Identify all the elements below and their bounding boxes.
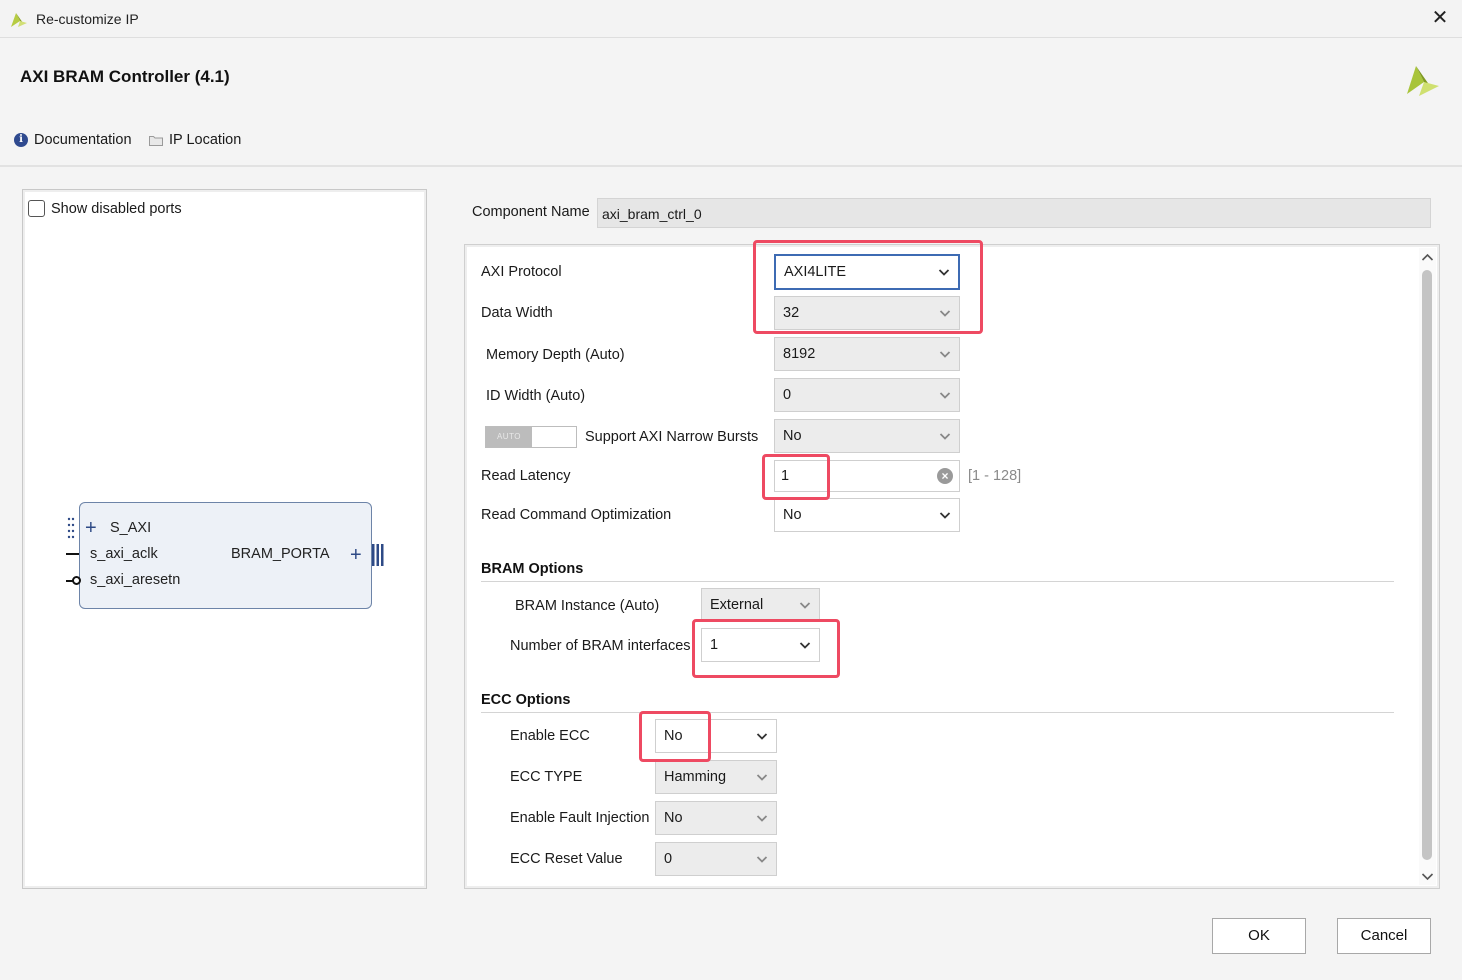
chevron-down-icon [756, 771, 768, 783]
ip-location-link[interactable]: IP Location [149, 132, 241, 148]
num-bram-interfaces-label: Number of BRAM interfaces [510, 638, 691, 654]
chevron-down-icon [939, 389, 951, 401]
page-title: AXI BRAM Controller (4.1) [20, 67, 230, 86]
show-disabled-ports-label: Show disabled ports [51, 201, 182, 217]
info-icon: i [14, 133, 28, 147]
interface-grip-icon [67, 517, 75, 539]
close-icon[interactable]: ✕ [1428, 6, 1452, 30]
ecc-type-value: Hamming [664, 769, 727, 785]
axi-protocol-select[interactable]: AXI4LITE [774, 254, 960, 290]
read-cmd-opt-value: No [783, 507, 802, 523]
component-name-field[interactable]: axi_bram_ctrl_0 [597, 198, 1431, 228]
memory-depth-label: Memory Depth (Auto) [486, 347, 625, 363]
ecc-reset-value-value: 0 [664, 851, 673, 867]
scroll-down-icon[interactable] [1421, 872, 1434, 882]
read-cmd-opt-select[interactable]: No [774, 498, 960, 532]
enable-ecc-label: Enable ECC [510, 728, 590, 744]
show-disabled-ports-checkbox[interactable] [28, 200, 45, 217]
port-s-axi-aresetn: s_axi_aresetn [90, 572, 181, 588]
scroll-up-icon[interactable] [1421, 252, 1434, 262]
expand-bram-porta-icon[interactable]: + [350, 545, 362, 565]
read-latency-value: 1 [781, 468, 790, 484]
fault-injection-select[interactable]: No [655, 801, 777, 835]
chevron-down-icon [799, 639, 811, 651]
bram-instance-select[interactable]: External [701, 588, 820, 622]
scrollbar-thumb[interactable] [1422, 270, 1432, 860]
data-width-label: Data Width [481, 305, 553, 321]
chevron-down-icon [939, 509, 951, 521]
narrow-bursts-auto-toggle[interactable]: AUTO [485, 426, 577, 448]
num-bram-interfaces-select[interactable]: 1 [701, 628, 820, 662]
id-width-value: 0 [783, 387, 792, 403]
memory-depth-select[interactable]: 8192 [774, 337, 960, 371]
read-cmd-opt-label: Read Command Optimization [481, 507, 672, 523]
axi-protocol-value: AXI4LITE [784, 264, 847, 280]
narrow-bursts-select[interactable]: No [774, 419, 960, 453]
chevron-down-icon [756, 853, 768, 865]
chevron-down-icon [939, 307, 951, 319]
id-width-select[interactable]: 0 [774, 378, 960, 412]
cancel-button[interactable]: Cancel [1337, 918, 1431, 954]
title-bar: Re-customize IP ✕ [0, 0, 1462, 38]
clear-icon[interactable]: × [937, 468, 953, 484]
id-width-label: ID Width (Auto) [486, 388, 586, 404]
ecc-reset-value-select[interactable]: 0 [655, 842, 777, 876]
bram-instance-value: External [710, 597, 764, 613]
header-divider [0, 165, 1462, 167]
brand-logo-icon [1407, 66, 1439, 96]
read-latency-input[interactable]: 1 × [774, 460, 960, 492]
ecc-type-label: ECC TYPE [510, 769, 583, 785]
memory-depth-value: 8192 [783, 346, 816, 362]
active-low-bubble-icon [72, 576, 81, 585]
clock-pin [66, 553, 79, 555]
data-width-value: 32 [783, 305, 800, 321]
ecc-type-select[interactable]: Hamming [655, 760, 777, 794]
fault-injection-label: Enable Fault Injection [510, 810, 650, 826]
bram-options-title: BRAM Options [481, 561, 584, 577]
narrow-bursts-label: Support AXI Narrow Bursts [585, 429, 759, 445]
ip-location-label: IP Location [169, 132, 242, 148]
fault-injection-value: No [664, 810, 683, 826]
bus-pin-icon [372, 544, 384, 566]
bram-instance-label: BRAM Instance (Auto) [515, 598, 660, 614]
port-s-axi-aclk: s_axi_aclk [90, 546, 158, 562]
chevron-down-icon [756, 730, 768, 742]
ecc-options-divider [481, 712, 1394, 713]
data-width-select[interactable]: 32 [774, 296, 960, 330]
chevron-down-icon [799, 599, 811, 611]
documentation-link[interactable]: i Documentation [14, 132, 132, 148]
folder-icon [149, 135, 163, 146]
narrow-bursts-value: No [783, 428, 802, 444]
ecc-options-title: ECC Options [481, 692, 571, 708]
expand-s-axi-icon[interactable]: + [85, 518, 97, 538]
axi-protocol-label: AXI Protocol [481, 264, 562, 280]
component-name-label: Component Name [472, 204, 590, 220]
port-s-axi: S_AXI [110, 520, 152, 536]
enable-ecc-select[interactable]: No [655, 719, 777, 753]
chevron-down-icon [939, 430, 951, 442]
vivado-logo-icon [11, 13, 27, 27]
auto-toggle-knob: AUTO [486, 427, 532, 447]
chevron-down-icon [939, 348, 951, 360]
ok-button[interactable]: OK [1212, 918, 1306, 954]
enable-ecc-value: No [664, 728, 683, 744]
ecc-reset-value-label: ECC Reset Value [510, 851, 623, 867]
chevron-down-icon [938, 266, 950, 278]
port-bram-porta: BRAM_PORTA [231, 546, 330, 562]
num-bram-interfaces-value: 1 [710, 637, 719, 653]
read-latency-label: Read Latency [481, 468, 571, 484]
chevron-down-icon [756, 812, 768, 824]
read-latency-range: [1 - 128] [968, 468, 1022, 484]
bram-options-divider [481, 581, 1394, 582]
documentation-label: Documentation [34, 132, 132, 148]
window-title: Re-customize IP [36, 11, 139, 27]
